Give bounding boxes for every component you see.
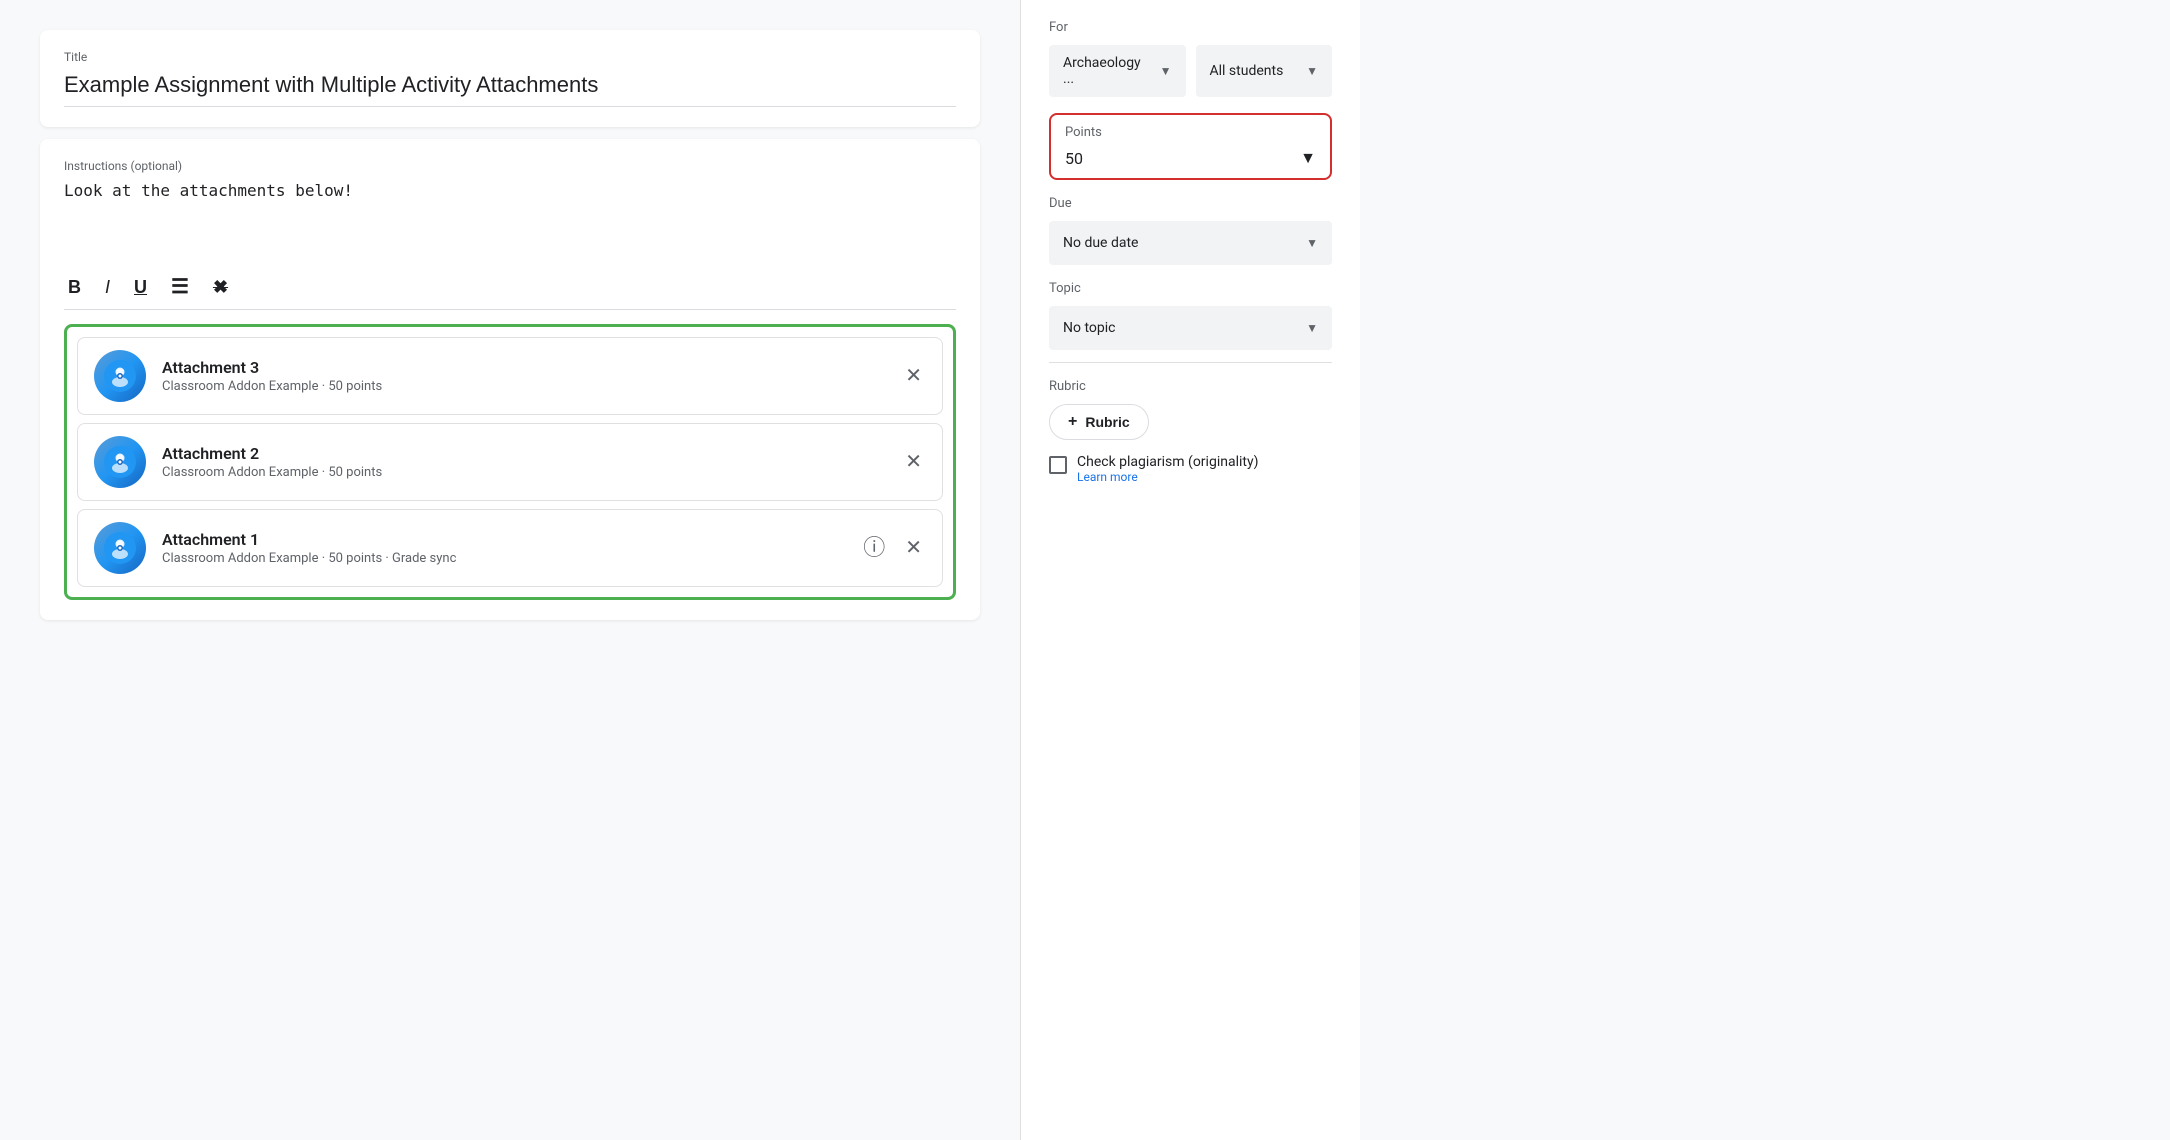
class-select[interactable]: Archaeology ... ▼ — [1049, 45, 1186, 97]
remove-attachment-1-button[interactable]: ✕ — [901, 534, 926, 562]
attachment-1-actions: ⓘ ✕ — [859, 533, 926, 563]
points-label: Points — [1065, 125, 1316, 140]
attachment-2-actions: ✕ — [901, 448, 926, 476]
attachment-2-info: Attachment 2 Classroom Addon Example · 5… — [162, 444, 885, 480]
students-value: All students — [1210, 63, 1284, 79]
for-label: For — [1049, 20, 1332, 35]
topic-label: Topic — [1049, 281, 1332, 296]
points-value: 50 — [1065, 149, 1083, 168]
points-box: Points 50 ▼ — [1049, 113, 1332, 180]
instructions-input[interactable] — [64, 177, 956, 257]
attachment-3-info: Attachment 3 Classroom Addon Example · 5… — [162, 358, 885, 394]
attachment-3-sub: Classroom Addon Example · 50 points — [162, 379, 885, 394]
plagiarism-info: Check plagiarism (originality) Learn mor… — [1077, 454, 1258, 484]
attachment-card-2: Attachment 2 Classroom Addon Example · 5… — [77, 423, 943, 501]
remove-attachment-3-button[interactable]: ✕ — [901, 362, 926, 390]
addon-icon-2 — [94, 436, 146, 488]
learn-more-link[interactable]: Learn more — [1077, 470, 1258, 484]
due-select[interactable]: No due date ▼ — [1049, 221, 1332, 265]
attachment-2-sub: Classroom Addon Example · 50 points — [162, 465, 885, 480]
underline-button[interactable]: U — [130, 274, 151, 300]
due-label: Due — [1049, 196, 1332, 211]
points-select[interactable]: 50 ▼ — [1065, 148, 1316, 168]
remove-attachment-2-button[interactable]: ✕ — [901, 448, 926, 476]
topic-chevron-icon: ▼ — [1306, 321, 1318, 335]
students-chevron-icon: ▼ — [1306, 64, 1318, 78]
bold-button[interactable]: B — [64, 274, 85, 300]
topic-value: No topic — [1063, 320, 1115, 336]
topic-select[interactable]: No topic ▼ — [1049, 306, 1332, 350]
divider-1 — [1049, 362, 1332, 363]
addon-icon-3 — [94, 350, 146, 402]
attachment-1-name: Attachment 1 — [162, 530, 843, 549]
due-value: No due date — [1063, 235, 1138, 251]
addon-icon-1 — [94, 522, 146, 574]
for-row: Archaeology ... ▼ All students ▼ — [1049, 45, 1332, 97]
plagiarism-label: Check plagiarism (originality) — [1077, 454, 1258, 470]
italic-button[interactable]: I — [101, 274, 114, 300]
attachment-2-name: Attachment 2 — [162, 444, 885, 463]
rubric-plus-icon: + — [1068, 413, 1077, 431]
rubric-btn-label: Rubric — [1085, 414, 1129, 430]
title-label: Title — [64, 50, 956, 64]
attachment-3-name: Attachment 3 — [162, 358, 885, 377]
attachments-area: Attachment 3 Classroom Addon Example · 5… — [64, 324, 956, 600]
attachment-card-3: Attachment 3 Classroom Addon Example · 5… — [77, 337, 943, 415]
formatting-toolbar: B I U ☰ ✖ — [64, 261, 956, 310]
clear-format-button[interactable]: ✖ — [209, 274, 232, 300]
students-select[interactable]: All students ▼ — [1196, 45, 1333, 97]
plagiarism-checkbox[interactable] — [1049, 456, 1067, 474]
attachment-1-sub: Classroom Addon Example · 50 points · Gr… — [162, 551, 843, 566]
class-value: Archaeology ... — [1063, 55, 1152, 87]
instructions-label: Instructions (optional) — [64, 159, 956, 173]
list-button[interactable]: ☰ — [167, 273, 193, 301]
due-chevron-icon: ▼ — [1306, 236, 1318, 250]
title-input[interactable] — [64, 68, 956, 107]
rubric-label: Rubric — [1049, 379, 1332, 394]
add-rubric-button[interactable]: + Rubric — [1049, 404, 1149, 440]
right-panel: For Archaeology ... ▼ All students ▼ Poi… — [1020, 0, 1360, 1140]
info-attachment-1-button[interactable]: ⓘ — [859, 533, 889, 563]
plagiarism-row: Check plagiarism (originality) Learn mor… — [1049, 454, 1332, 484]
attachment-card-1: Attachment 1 Classroom Addon Example · 5… — [77, 509, 943, 587]
class-chevron-icon: ▼ — [1160, 64, 1172, 78]
points-chevron-icon: ▼ — [1300, 148, 1316, 168]
attachment-3-actions: ✕ — [901, 362, 926, 390]
attachment-1-info: Attachment 1 Classroom Addon Example · 5… — [162, 530, 843, 566]
